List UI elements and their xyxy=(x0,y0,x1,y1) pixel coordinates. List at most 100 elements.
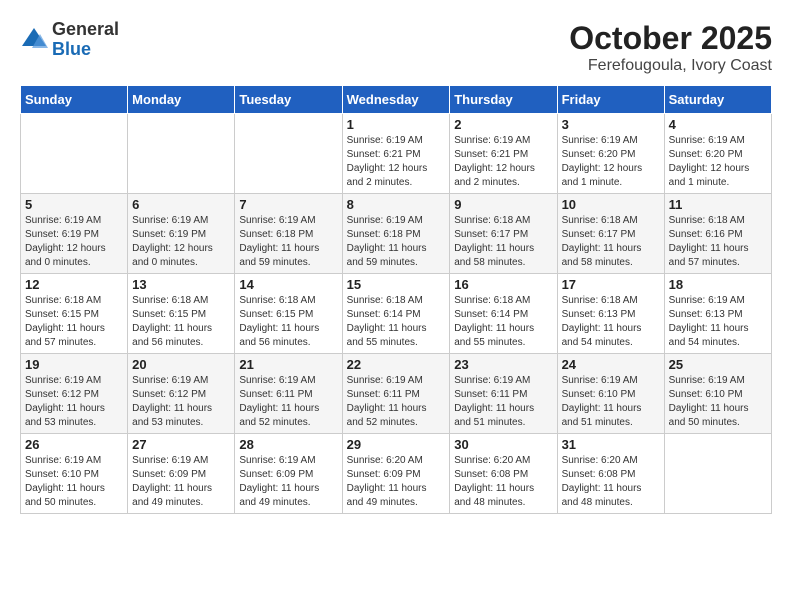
day-info: Sunrise: 6:18 AM Sunset: 6:14 PM Dayligh… xyxy=(454,294,552,350)
logo-general-text: General xyxy=(52,20,119,40)
day-info: Sunrise: 6:19 AM Sunset: 6:18 PM Dayligh… xyxy=(239,214,337,270)
day-number: 9 xyxy=(454,197,552,212)
day-info: Sunrise: 6:18 AM Sunset: 6:15 PM Dayligh… xyxy=(25,294,123,350)
month-title: October 2025 xyxy=(569,20,772,57)
calendar-cell xyxy=(21,114,128,194)
day-number: 2 xyxy=(454,117,552,132)
calendar-cell: 8 Sunrise: 6:19 AM Sunset: 6:18 PM Daylig… xyxy=(342,194,450,274)
weekday-header-wednesday: Wednesday xyxy=(342,86,450,114)
calendar-table: SundayMondayTuesdayWednesdayThursdayFrid… xyxy=(20,85,772,514)
day-number: 7 xyxy=(239,197,337,212)
weekday-header-tuesday: Tuesday xyxy=(235,86,342,114)
day-info: Sunrise: 6:19 AM Sunset: 6:13 PM Dayligh… xyxy=(669,294,767,350)
calendar-cell: 16 Sunrise: 6:18 AM Sunset: 6:14 PM Dayli… xyxy=(450,274,557,354)
day-number: 5 xyxy=(25,197,123,212)
calendar-cell: 10Sunrise: 6:18 AM Sunset: 6:17 PM Dayli… xyxy=(557,194,664,274)
day-number: 24 xyxy=(562,357,660,372)
calendar-cell: 27Sunrise: 6:19 AM Sunset: 6:09 PM Dayli… xyxy=(128,434,235,514)
calendar-week-5: 26 Sunrise: 6:19 AM Sunset: 6:10 PM Dayli… xyxy=(21,434,772,514)
calendar-week-2: 5 Sunrise: 6:19 AM Sunset: 6:19 PM Daylig… xyxy=(21,194,772,274)
day-number: 27 xyxy=(132,437,230,452)
day-number: 13 xyxy=(132,277,230,292)
day-info: Sunrise: 6:19 AM Sunset: 6:10 PM Dayligh… xyxy=(25,454,123,510)
day-number: 16 xyxy=(454,277,552,292)
day-info: Sunrise: 6:19 AM Sunset: 6:18 PM Dayligh… xyxy=(347,214,446,270)
day-info: Sunrise: 6:19 AM Sunset: 6:20 PM Dayligh… xyxy=(562,134,660,190)
day-info: Sunrise: 6:19 AM Sunset: 6:12 PM Dayligh… xyxy=(25,374,123,430)
calendar-cell xyxy=(664,434,771,514)
day-number: 26 xyxy=(25,437,123,452)
calendar-cell: 5 Sunrise: 6:19 AM Sunset: 6:19 PM Daylig… xyxy=(21,194,128,274)
day-number: 11 xyxy=(669,197,767,212)
calendar-cell: 31Sunrise: 6:20 AM Sunset: 6:08 PM Dayli… xyxy=(557,434,664,514)
calendar-cell: 17 Sunrise: 6:18 AM Sunset: 6:13 PM Dayli… xyxy=(557,274,664,354)
day-info: Sunrise: 6:19 AM Sunset: 6:19 PM Dayligh… xyxy=(25,214,123,270)
day-info: Sunrise: 6:19 AM Sunset: 6:19 PM Dayligh… xyxy=(132,214,230,270)
day-info: Sunrise: 6:18 AM Sunset: 6:15 PM Dayligh… xyxy=(239,294,337,350)
calendar-cell: 11 Sunrise: 6:18 AM Sunset: 6:16 PM Dayli… xyxy=(664,194,771,274)
weekday-header-saturday: Saturday xyxy=(664,86,771,114)
day-info: Sunrise: 6:19 AM Sunset: 6:11 PM Dayligh… xyxy=(347,374,446,430)
day-info: Sunrise: 6:19 AM Sunset: 6:10 PM Dayligh… xyxy=(669,374,767,430)
calendar-cell: 7 Sunrise: 6:19 AM Sunset: 6:18 PM Daylig… xyxy=(235,194,342,274)
day-info: Sunrise: 6:19 AM Sunset: 6:11 PM Dayligh… xyxy=(239,374,337,430)
title-section: October 2025 Ferefougoula, Ivory Coast xyxy=(569,20,772,75)
calendar-cell: 19 Sunrise: 6:19 AM Sunset: 6:12 PM Dayli… xyxy=(21,354,128,434)
calendar-week-3: 12 Sunrise: 6:18 AM Sunset: 6:15 PM Dayli… xyxy=(21,274,772,354)
calendar-cell: 22 Sunrise: 6:19 AM Sunset: 6:11 PM Dayli… xyxy=(342,354,450,434)
calendar-week-4: 19 Sunrise: 6:19 AM Sunset: 6:12 PM Dayli… xyxy=(21,354,772,434)
day-info: Sunrise: 6:18 AM Sunset: 6:16 PM Dayligh… xyxy=(669,214,767,270)
calendar-cell: 25 Sunrise: 6:19 AM Sunset: 6:10 PM Dayli… xyxy=(664,354,771,434)
day-info: Sunrise: 6:18 AM Sunset: 6:13 PM Dayligh… xyxy=(562,294,660,350)
calendar-cell: 15 Sunrise: 6:18 AM Sunset: 6:14 PM Dayli… xyxy=(342,274,450,354)
day-info: Sunrise: 6:18 AM Sunset: 6:14 PM Dayligh… xyxy=(347,294,446,350)
calendar-cell: 12 Sunrise: 6:18 AM Sunset: 6:15 PM Dayli… xyxy=(21,274,128,354)
calendar-cell: 6Sunrise: 6:19 AM Sunset: 6:19 PM Daylig… xyxy=(128,194,235,274)
day-info: Sunrise: 6:19 AM Sunset: 6:11 PM Dayligh… xyxy=(454,374,552,430)
day-number: 22 xyxy=(347,357,446,372)
calendar-cell: 18 Sunrise: 6:19 AM Sunset: 6:13 PM Dayli… xyxy=(664,274,771,354)
calendar-week-1: 1 Sunrise: 6:19 AM Sunset: 6:21 PM Daylig… xyxy=(21,114,772,194)
calendar-cell: 14 Sunrise: 6:18 AM Sunset: 6:15 PM Dayli… xyxy=(235,274,342,354)
day-number: 14 xyxy=(239,277,337,292)
calendar-cell: 29 Sunrise: 6:20 AM Sunset: 6:09 PM Dayli… xyxy=(342,434,450,514)
calendar-cell: 21 Sunrise: 6:19 AM Sunset: 6:11 PM Dayli… xyxy=(235,354,342,434)
weekday-header-thursday: Thursday xyxy=(450,86,557,114)
day-number: 4 xyxy=(669,117,767,132)
day-number: 1 xyxy=(347,117,446,132)
calendar-cell: 23Sunrise: 6:19 AM Sunset: 6:11 PM Dayli… xyxy=(450,354,557,434)
day-info: Sunrise: 6:19 AM Sunset: 6:20 PM Dayligh… xyxy=(669,134,767,190)
day-info: Sunrise: 6:19 AM Sunset: 6:21 PM Dayligh… xyxy=(454,134,552,190)
day-number: 19 xyxy=(25,357,123,372)
day-number: 29 xyxy=(347,437,446,452)
logo-icon xyxy=(20,26,48,54)
calendar-cell: 30Sunrise: 6:20 AM Sunset: 6:08 PM Dayli… xyxy=(450,434,557,514)
day-info: Sunrise: 6:20 AM Sunset: 6:08 PM Dayligh… xyxy=(454,454,552,510)
day-info: Sunrise: 6:19 AM Sunset: 6:21 PM Dayligh… xyxy=(347,134,446,190)
day-number: 12 xyxy=(25,277,123,292)
day-info: Sunrise: 6:19 AM Sunset: 6:09 PM Dayligh… xyxy=(239,454,337,510)
day-number: 25 xyxy=(669,357,767,372)
day-number: 15 xyxy=(347,277,446,292)
calendar-cell: 4 Sunrise: 6:19 AM Sunset: 6:20 PM Daylig… xyxy=(664,114,771,194)
day-number: 3 xyxy=(562,117,660,132)
day-number: 28 xyxy=(239,437,337,452)
logo-blue-text: Blue xyxy=(52,40,119,60)
weekday-header-sunday: Sunday xyxy=(21,86,128,114)
day-number: 17 xyxy=(562,277,660,292)
calendar-cell: 20 Sunrise: 6:19 AM Sunset: 6:12 PM Dayli… xyxy=(128,354,235,434)
day-number: 18 xyxy=(669,277,767,292)
calendar-cell: 1 Sunrise: 6:19 AM Sunset: 6:21 PM Daylig… xyxy=(342,114,450,194)
day-info: Sunrise: 6:20 AM Sunset: 6:09 PM Dayligh… xyxy=(347,454,446,510)
calendar-cell: 24 Sunrise: 6:19 AM Sunset: 6:10 PM Dayli… xyxy=(557,354,664,434)
day-number: 20 xyxy=(132,357,230,372)
day-info: Sunrise: 6:18 AM Sunset: 6:15 PM Dayligh… xyxy=(132,294,230,350)
weekday-header-friday: Friday xyxy=(557,86,664,114)
day-info: Sunrise: 6:19 AM Sunset: 6:10 PM Dayligh… xyxy=(562,374,660,430)
day-info: Sunrise: 6:19 AM Sunset: 6:12 PM Dayligh… xyxy=(132,374,230,430)
calendar-header-row: SundayMondayTuesdayWednesdayThursdayFrid… xyxy=(21,86,772,114)
calendar-cell: 13 Sunrise: 6:18 AM Sunset: 6:15 PM Dayli… xyxy=(128,274,235,354)
day-number: 21 xyxy=(239,357,337,372)
day-number: 31 xyxy=(562,437,660,452)
day-number: 8 xyxy=(347,197,446,212)
